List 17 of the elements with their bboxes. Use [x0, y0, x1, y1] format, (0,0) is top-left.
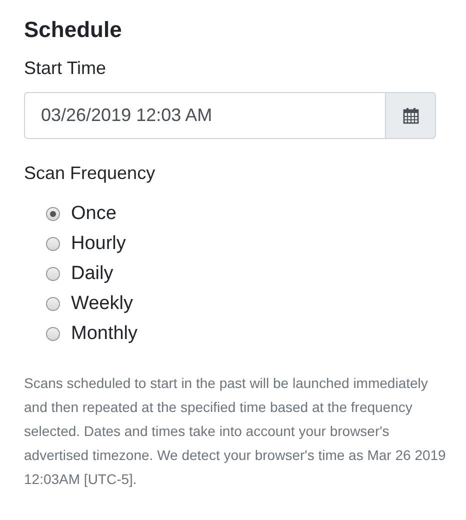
radio-label[interactable]: Monthly [71, 323, 138, 345]
radio-button[interactable] [46, 207, 60, 221]
date-time-field[interactable]: 03/26/2019 12:03 AM [24, 92, 385, 139]
radio-label[interactable]: Daily [71, 263, 114, 285]
radio-label[interactable]: Hourly [71, 233, 126, 255]
radio-button[interactable] [46, 297, 60, 311]
field-label: Scan Frequency [24, 162, 156, 185]
radio-label[interactable]: Weekly [71, 293, 133, 315]
radio-button[interactable] [46, 327, 60, 341]
field-label: Start Time [24, 57, 108, 80]
help-text: Scans scheduled to start in the past will be launched immediately and then repeated at the specified time based at the frequency selected. Dates and times take into account your browser's advertised timezone. We detect your browser's time as Mar 26 2019 12:03AM [UTC-5]. [24, 374, 447, 489]
radio-button[interactable] [46, 237, 60, 251]
section-heading: Schedule [24, 16, 123, 44]
calendar-button[interactable] [385, 92, 436, 139]
radio-button[interactable] [46, 267, 60, 281]
radio-label[interactable]: Once [71, 203, 116, 225]
calendar-icon [402, 107, 418, 124]
